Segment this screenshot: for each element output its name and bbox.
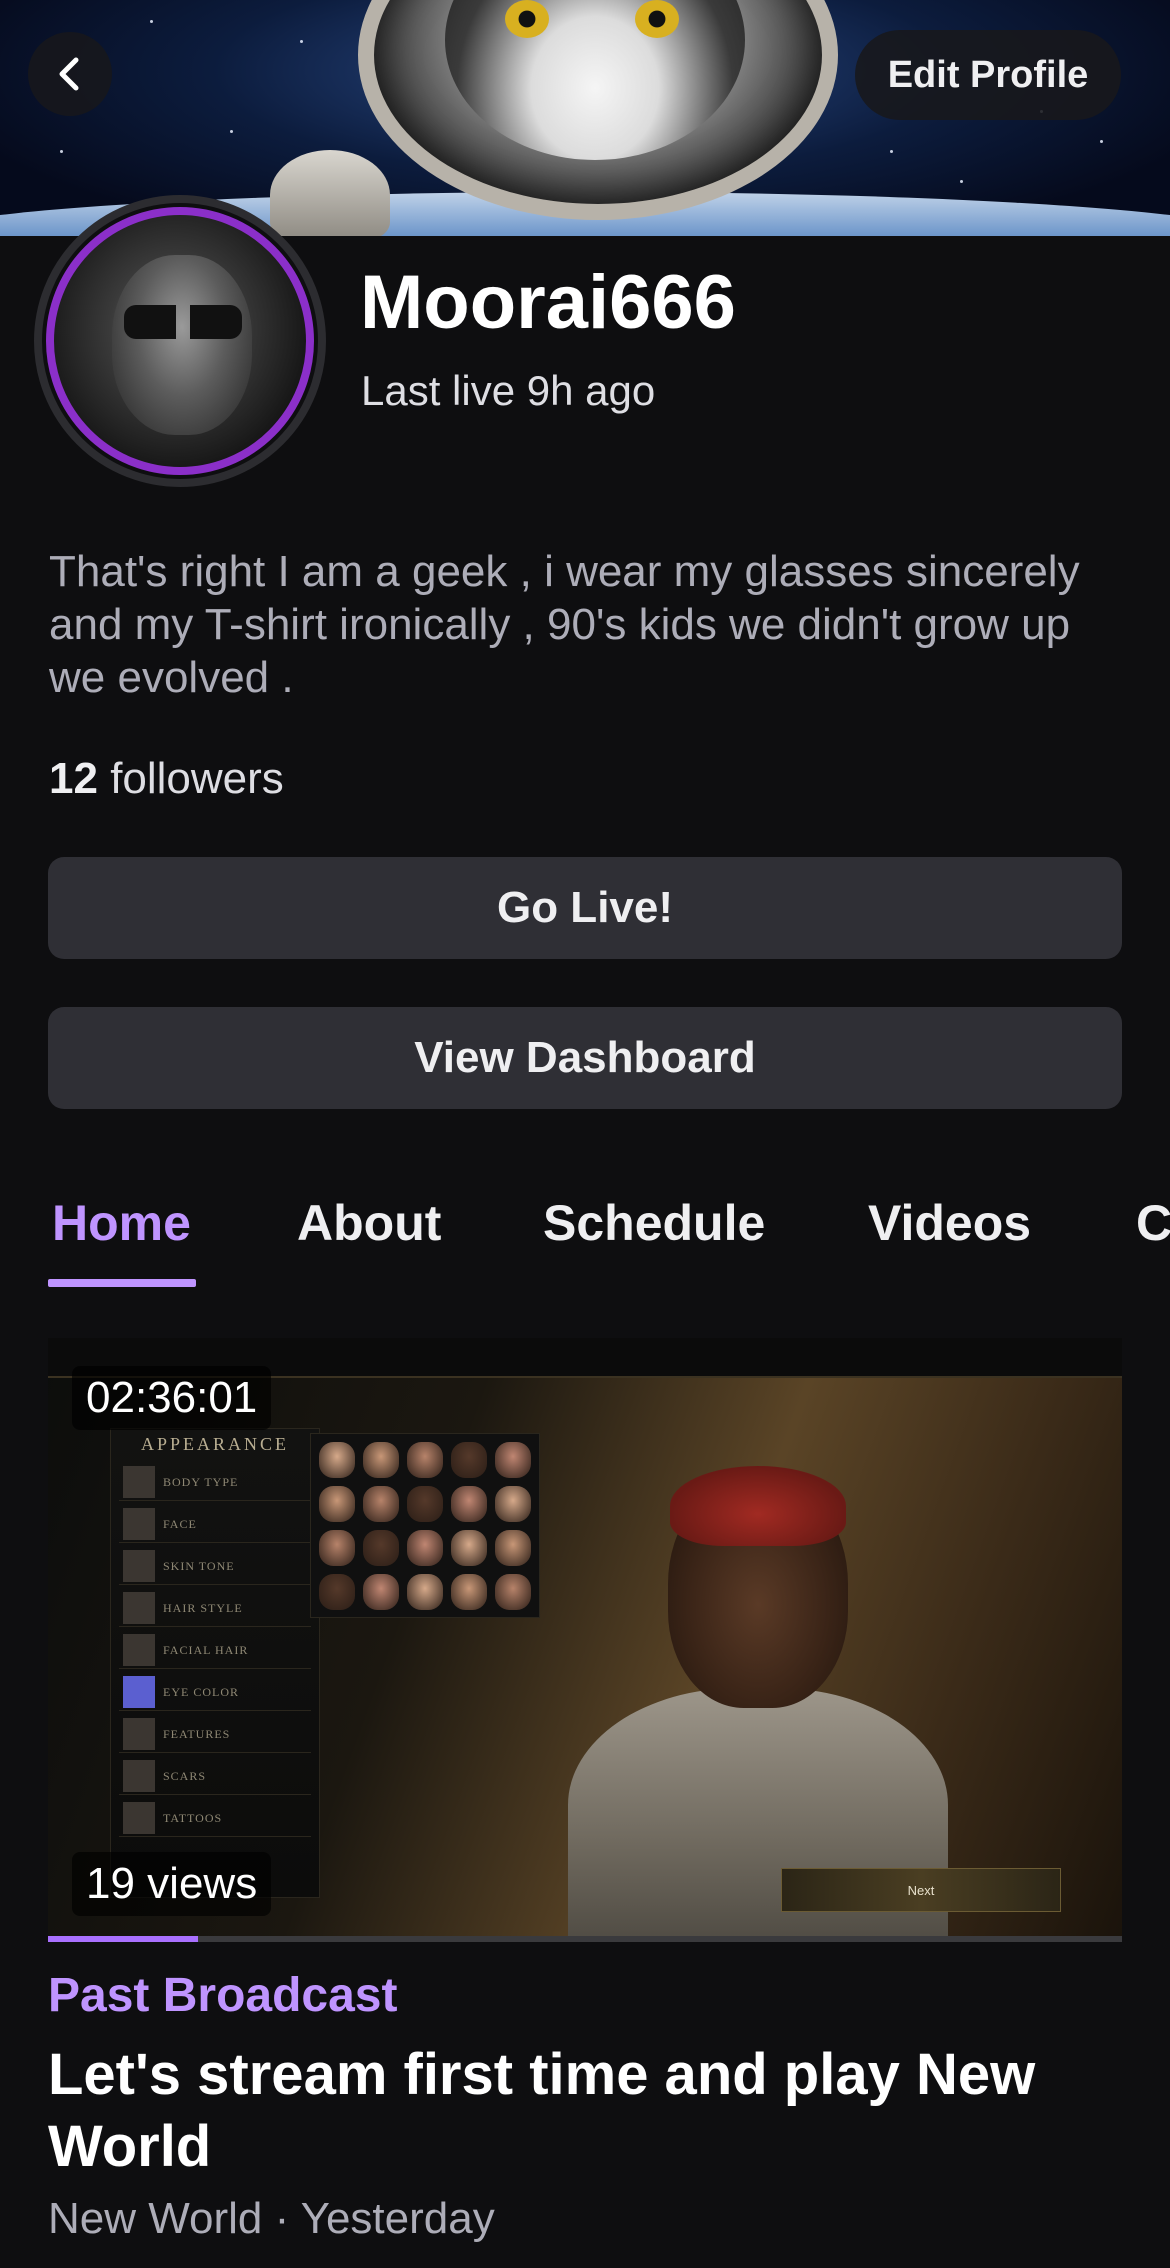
avatar[interactable] xyxy=(34,195,326,487)
game-face-swatch xyxy=(319,1442,355,1478)
game-face-swatch xyxy=(363,1486,399,1522)
video-meta: New World · Yesterday xyxy=(48,2194,495,2243)
game-panel-row: FEATURES xyxy=(119,1715,311,1753)
game-face-swatch xyxy=(363,1442,399,1478)
game-face-swatch xyxy=(363,1574,399,1610)
game-panel-row-label: FACIAL HAIR xyxy=(163,1643,249,1657)
game-face-swatch xyxy=(495,1442,531,1478)
game-face-swatch xyxy=(495,1486,531,1522)
edit-profile-button[interactable]: Edit Profile xyxy=(855,30,1121,120)
game-panel-row-label: TATTOOS xyxy=(163,1811,223,1825)
last-live-status: Last live 9h ago xyxy=(361,367,656,414)
game-face-swatch xyxy=(319,1574,355,1610)
video-thumbnail[interactable]: APPEARANCE BODY TYPE FACE SKIN TONE HAIR STY… xyxy=(48,1338,1122,1942)
video-title[interactable]: Let's stream first time and play New Wor… xyxy=(48,2039,1048,2183)
game-panel-title: APPEARANCE xyxy=(140,1434,290,1454)
game-face-swatch xyxy=(407,1530,443,1566)
game-face-swatch xyxy=(451,1530,487,1566)
game-panel-row: TATTOOS xyxy=(119,1799,311,1837)
game-next-label: Next xyxy=(781,1868,1061,1912)
game-face-swatch xyxy=(363,1530,399,1566)
game-panel-row: SKIN TONE xyxy=(119,1547,311,1585)
avatar-image xyxy=(46,207,314,475)
followers-label: followers xyxy=(110,754,284,803)
game-face-swatch xyxy=(495,1574,531,1610)
game-panel-row-label: EYE COLOR xyxy=(163,1685,239,1699)
tab-schedule[interactable]: Schedule xyxy=(543,1188,765,1258)
watch-progress-fill xyxy=(48,1936,199,1942)
game-panel-row: FACIAL HAIR xyxy=(119,1631,311,1669)
game-face-swatch xyxy=(407,1574,443,1610)
followers-count[interactable]: 12 followers xyxy=(49,757,284,801)
game-panel-row: HAIR STYLE xyxy=(119,1589,311,1627)
channel-username: Moorai666 xyxy=(360,260,736,345)
game-face-swatch xyxy=(319,1486,355,1522)
game-panel-row: FACE xyxy=(119,1505,311,1543)
game-face-swatch xyxy=(495,1530,531,1566)
game-face-swatch xyxy=(451,1574,487,1610)
game-face-swatch xyxy=(451,1486,487,1522)
tab-videos[interactable]: Videos xyxy=(868,1188,1031,1258)
tab-home[interactable]: Home xyxy=(52,1188,191,1258)
game-panel-row: BODY TYPE xyxy=(119,1463,311,1501)
view-dashboard-button[interactable]: View Dashboard xyxy=(48,1007,1122,1109)
watch-progress-bar xyxy=(48,1936,1122,1942)
game-appearance-panel: APPEARANCE BODY TYPE FACE SKIN TONE HAIR STY… xyxy=(110,1428,320,1898)
game-panel-row: EYE COLOR xyxy=(119,1673,311,1711)
game-panel-row-label: HAIR STYLE xyxy=(163,1601,243,1615)
channel-profile-page: Edit Profile Moorai666 Last live 9h ago … xyxy=(0,0,1170,2268)
go-live-button[interactable]: Go Live! xyxy=(48,857,1122,959)
followers-number: 12 xyxy=(49,754,98,803)
game-face-swatch xyxy=(407,1442,443,1478)
game-panel-row-label: SKIN TONE xyxy=(163,1559,235,1573)
game-face-grid xyxy=(310,1433,540,1618)
back-button[interactable] xyxy=(28,32,112,116)
video-duration-badge: 02:36:01 xyxy=(72,1366,272,1430)
video-views-badge: 19 views xyxy=(72,1852,272,1916)
game-panel-row: SCARS xyxy=(119,1757,311,1795)
game-face-swatch xyxy=(451,1442,487,1478)
channel-tabs: Home About Schedule Videos C xyxy=(0,1188,1170,1288)
chevron-left-icon xyxy=(59,57,79,91)
game-face-swatch xyxy=(319,1530,355,1566)
game-panel-row-label: SCARS xyxy=(163,1769,207,1783)
video-type-label: Past Broadcast xyxy=(48,1969,398,2022)
game-face-swatch xyxy=(407,1486,443,1522)
active-tab-indicator xyxy=(48,1279,196,1287)
game-panel-row-label: FACE xyxy=(163,1517,197,1531)
tab-clips[interactable]: C xyxy=(1136,1188,1170,1258)
channel-bio: That's right I am a geek , i wear my gla… xyxy=(49,547,1080,702)
tab-about[interactable]: About xyxy=(297,1188,441,1258)
game-panel-row-label: FEATURES xyxy=(163,1727,231,1741)
game-panel-row-label: BODY TYPE xyxy=(163,1475,239,1489)
